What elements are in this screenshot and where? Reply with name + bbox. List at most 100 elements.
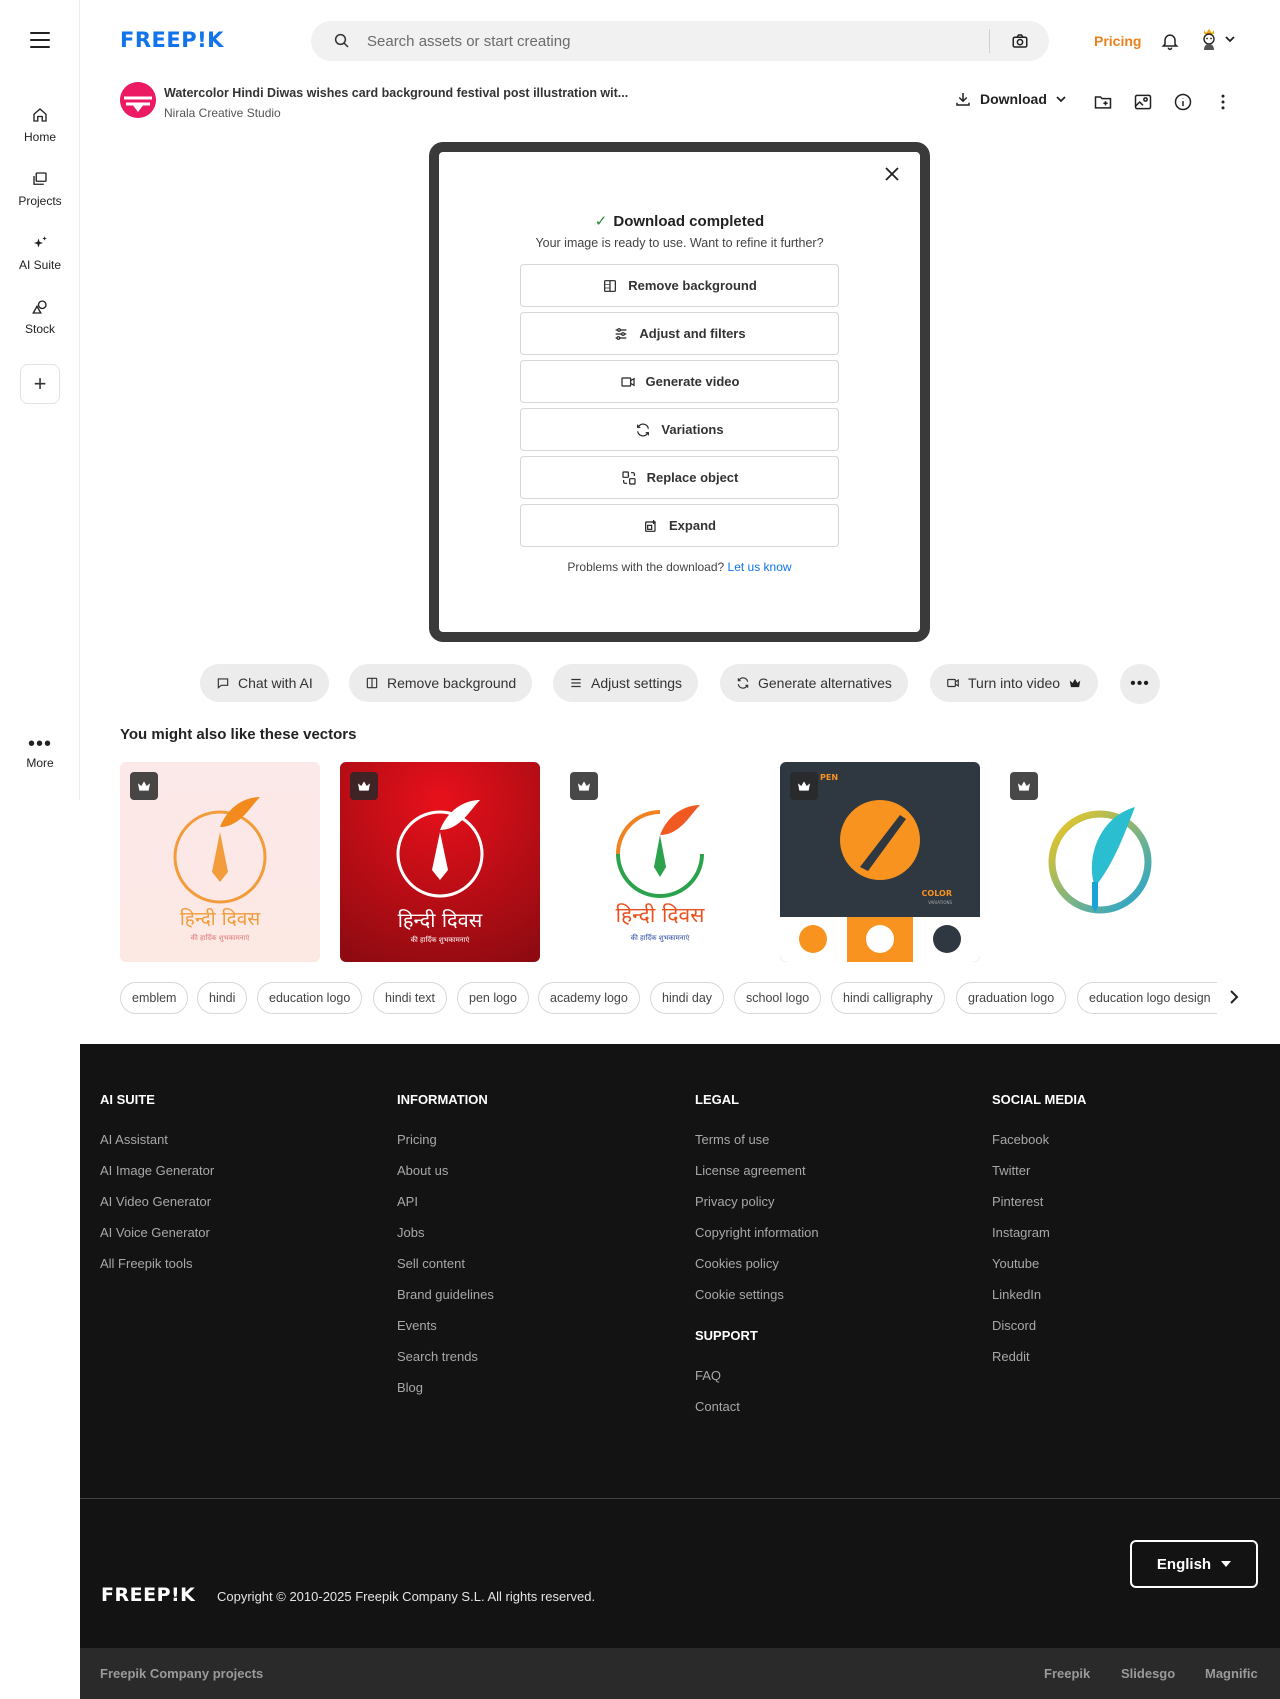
footer-link[interactable]: License agreement (695, 1163, 819, 1179)
related-thumbnail[interactable]: हिन्दी दिवस की हार्दिक शुभकामनाएं (560, 762, 760, 962)
more-vertical-icon[interactable] (1213, 92, 1233, 112)
footer-link[interactable]: All Freepik tools (100, 1256, 214, 1272)
chevron-right-icon[interactable] (1228, 988, 1240, 1006)
footer-link[interactable]: Twitter (992, 1163, 1086, 1179)
camera-search-icon[interactable] (1011, 32, 1029, 50)
footer-link[interactable]: Contact (695, 1399, 819, 1415)
footer-link[interactable]: AI Voice Generator (100, 1225, 214, 1241)
sidebar-item-stock[interactable]: Stock (0, 298, 80, 336)
add-button[interactable]: + (20, 364, 60, 404)
chevron-down-icon[interactable] (1224, 34, 1236, 44)
footer-heading: LEGAL (695, 1092, 740, 1107)
modal-footer-text: Problems with the download? (567, 560, 725, 574)
footer-link[interactable]: Discord (992, 1318, 1086, 1334)
let-us-know-link[interactable]: Let us know (728, 560, 792, 574)
footer-link[interactable]: Sell content (397, 1256, 494, 1272)
tag-chip[interactable]: hindi (197, 982, 248, 1014)
edit-image-icon[interactable] (1133, 92, 1153, 112)
company-projects-label: Freepik Company projects (100, 1666, 264, 1681)
turn-into-video-pill[interactable]: Turn into video (930, 664, 1099, 702)
more-dots-icon: ••• (27, 733, 52, 755)
pricing-link[interactable]: Pricing (1094, 33, 1141, 49)
download-button[interactable]: Download (954, 90, 1067, 108)
remove-background-pill[interactable]: Remove background (349, 664, 533, 702)
project-link-slidesgo[interactable]: Slidesgo (1121, 1666, 1175, 1681)
hamburger-menu-icon[interactable] (26, 28, 54, 52)
tag-chip[interactable]: graduation logo (956, 982, 1067, 1014)
related-thumbnail[interactable]: हिन्दी दिवस की हार्दिक शुभकामनाएं (340, 762, 540, 962)
generate-video-button[interactable]: Generate video (520, 360, 839, 403)
footer-link[interactable]: Privacy policy (695, 1194, 819, 1210)
tag-chip[interactable]: academy logo (538, 982, 640, 1014)
related-thumbnail[interactable]: हिन्दी दिवस की हार्दिक शुभकामनाएं (120, 762, 320, 962)
footer-link[interactable]: About us (397, 1163, 494, 1179)
footer-link[interactable]: Facebook (992, 1132, 1086, 1148)
tag-chip[interactable]: education logo design (1077, 982, 1217, 1014)
footer-link[interactable]: FAQ (695, 1368, 819, 1384)
language-selector[interactable]: English (1130, 1540, 1258, 1588)
footer-link[interactable]: Instagram (992, 1225, 1086, 1241)
author-avatar[interactable] (120, 82, 156, 118)
more-dots-icon: ••• (1130, 675, 1150, 692)
tag-chip[interactable]: pen logo (457, 982, 529, 1014)
adjust-settings-pill[interactable]: Adjust settings (553, 664, 699, 702)
sidebar-item-more[interactable]: ••• More (0, 733, 80, 770)
project-link-magnific[interactable]: Magnific (1205, 1666, 1258, 1681)
footer-link[interactable]: AI Image Generator (100, 1163, 214, 1179)
footer-freepik-logo[interactable]: FREEP!K (101, 1584, 195, 1606)
footer-link[interactable]: LinkedIn (992, 1287, 1086, 1303)
footer-link[interactable]: AI Assistant (100, 1132, 214, 1148)
footer-link[interactable]: Search trends (397, 1349, 494, 1365)
expand-button[interactable]: Expand (520, 504, 839, 547)
footer-link[interactable]: Cookie settings (695, 1287, 819, 1303)
notification-bell-icon[interactable] (1160, 31, 1180, 51)
info-icon[interactable] (1173, 92, 1193, 112)
tag-chip[interactable]: emblem (120, 982, 189, 1014)
thumb-subcaption: की हार्दिक शुभकामनाएं (631, 933, 690, 942)
footer-link[interactable]: Events (397, 1318, 494, 1334)
modal-title: ✓ Download completed (429, 212, 930, 230)
option-label: Adjust and filters (639, 326, 746, 341)
sidebar-item-home[interactable]: Home (0, 106, 80, 144)
video-icon (947, 678, 959, 688)
related-thumbnail[interactable] (1000, 762, 1200, 962)
sidebar-item-ai-suite[interactable]: AI Suite (0, 234, 80, 272)
user-avatar[interactable] (1198, 24, 1220, 52)
footer-link[interactable]: AI Video Generator (100, 1194, 214, 1210)
sidebar: Home Projects AI Suite Stock + ••• More (0, 0, 80, 800)
footer-link[interactable]: Jobs (397, 1225, 494, 1241)
project-link-freepik[interactable]: Freepik (1044, 1666, 1090, 1681)
tag-chip[interactable]: school logo (734, 982, 822, 1014)
footer-link[interactable]: Reddit (992, 1349, 1086, 1365)
footer-link[interactable]: Cookies policy (695, 1256, 819, 1272)
footer-link[interactable]: Pinterest (992, 1194, 1086, 1210)
footer-link[interactable]: API (397, 1194, 494, 1210)
sidebar-item-projects[interactable]: Projects (0, 170, 80, 208)
tag-chip[interactable]: education logo (257, 982, 363, 1014)
footer-link[interactable]: Pricing (397, 1132, 494, 1148)
refresh-icon (637, 423, 650, 436)
premium-crown-icon (1010, 772, 1038, 800)
pill-label: Remove background (387, 675, 517, 691)
footer-link[interactable]: Copyright information (695, 1225, 819, 1241)
more-actions-button[interactable]: ••• (1120, 664, 1160, 704)
tag-chip[interactable]: hindi text (373, 982, 448, 1014)
chat-with-ai-button[interactable]: Chat with AI (200, 664, 329, 702)
variations-button[interactable]: Variations (520, 408, 839, 451)
footer-link[interactable]: Terms of use (695, 1132, 819, 1148)
close-icon[interactable] (884, 166, 900, 182)
generate-alternatives-pill[interactable]: Generate alternatives (720, 664, 908, 702)
adjust-and-filters-button[interactable]: Adjust and filters (520, 312, 839, 355)
related-thumbnail[interactable]: PEN COLOR VARIATIONS (780, 762, 980, 962)
asset-author[interactable]: Nirala Creative Studio (164, 106, 281, 120)
remove-background-button[interactable]: Remove background (520, 264, 839, 307)
footer-link[interactable]: Blog (397, 1380, 494, 1396)
freepik-logo[interactable]: FREEP!K (120, 28, 224, 52)
replace-object-button[interactable]: Replace object (520, 456, 839, 499)
tag-chip[interactable]: hindi calligraphy (831, 982, 945, 1014)
footer-link[interactable]: Brand guidelines (397, 1287, 494, 1303)
search-input[interactable] (367, 21, 967, 61)
footer-link[interactable]: Youtube (992, 1256, 1086, 1272)
tag-chip[interactable]: hindi day (650, 982, 725, 1014)
folder-add-icon[interactable] (1093, 92, 1113, 112)
